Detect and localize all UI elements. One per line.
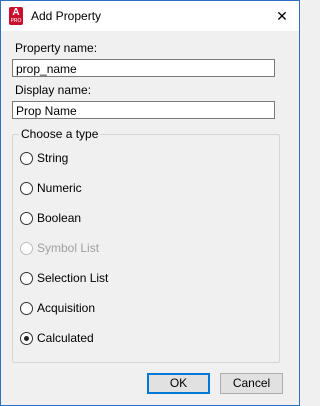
property-name-input[interactable]: prop_name — [12, 59, 275, 77]
radio-button-icon[interactable] — [20, 332, 33, 345]
radio-label-symbol-list: Symbol List — [37, 241, 100, 255]
app-icon: A PRO — [9, 7, 23, 25]
radio-label-string: String — [37, 151, 69, 165]
app-icon-subtext: PRO — [10, 18, 22, 24]
window-title: Add Property — [31, 9, 102, 23]
cancel-button[interactable]: Cancel — [220, 373, 283, 394]
property-name-label: Property name: — [15, 41, 98, 55]
radio-button-icon[interactable] — [20, 272, 33, 285]
radio-label-acquisition: Acquisition — [37, 301, 96, 315]
radio-label-selection-list: Selection List — [37, 271, 109, 285]
radio-label-calculated: Calculated — [37, 331, 94, 345]
radio-button-icon[interactable] — [20, 152, 33, 165]
radio-selected-dot — [24, 336, 29, 341]
radio-label-boolean: Boolean — [37, 211, 82, 225]
radio-button-icon — [20, 242, 33, 255]
type-group-caption: Choose a type — [19, 127, 101, 141]
radio-button-icon[interactable] — [20, 302, 33, 315]
app-icon-letter: A — [12, 7, 20, 18]
display-name-label: Display name: — [15, 83, 92, 97]
radio-button-icon[interactable] — [20, 212, 33, 225]
close-icon[interactable]: ✕ — [265, 1, 299, 31]
display-name-input[interactable]: Prop Name — [12, 101, 275, 119]
ok-button[interactable]: OK — [147, 373, 210, 394]
radio-label-numeric: Numeric — [37, 181, 82, 195]
title-bar[interactable]: A PRO Add Property ✕ — [1, 1, 299, 31]
add-property-dialog: A PRO Add Property ✕ Property name: prop… — [0, 0, 300, 406]
radio-button-icon[interactable] — [20, 182, 33, 195]
